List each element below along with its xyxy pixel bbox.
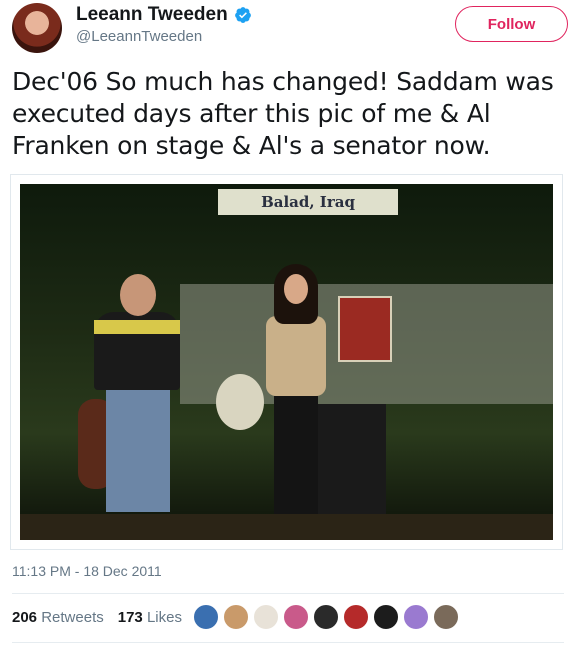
liker-avatar[interactable]	[343, 604, 369, 630]
photo-sign: Balad, Iraq	[218, 189, 398, 215]
likes-count: 173	[117, 609, 143, 626]
liker-avatar[interactable]	[193, 604, 219, 630]
liker-avatar[interactable]	[403, 604, 429, 630]
engagement-stats: 206 Retweets 173 Likes	[12, 609, 182, 626]
liker-avatar[interactable]	[253, 604, 279, 630]
photo-image: Balad, Iraq	[20, 184, 553, 540]
photo-stage	[20, 514, 553, 540]
liker-avatar[interactable]	[373, 604, 399, 630]
author-display-name[interactable]: Leeann Tweeden	[76, 4, 228, 26]
tweet-photo[interactable]: Balad, Iraq	[10, 174, 563, 550]
verified-badge-icon	[234, 6, 252, 24]
likes-label: Likes	[146, 609, 182, 626]
likes-stat[interactable]: 173 Likes	[118, 609, 182, 626]
author-handle[interactable]: @LeeannTweeden	[76, 28, 202, 45]
liker-avatar[interactable]	[433, 604, 459, 630]
tweet-header: Leeann Tweeden @LeeannTweeden Follow	[0, 0, 576, 60]
divider	[12, 593, 564, 594]
retweets-count: 206	[12, 609, 38, 626]
divider	[12, 642, 564, 643]
tweet-timestamp[interactable]: 11:13 PM - 18 Dec 2011	[12, 563, 162, 579]
author-avatar[interactable]	[12, 3, 62, 53]
liker-avatar[interactable]	[223, 604, 249, 630]
photo-person-right	[256, 264, 336, 524]
tweet-text: Dec'06 So much has changed! Saddam was e…	[12, 67, 554, 160]
liker-avatar[interactable]	[313, 604, 339, 630]
follow-button[interactable]: Follow	[455, 6, 568, 42]
retweets-label: Retweets	[41, 609, 104, 626]
likers-avatars	[193, 604, 459, 630]
photo-person-left	[86, 272, 186, 522]
liker-avatar[interactable]	[283, 604, 309, 630]
photo-banner	[338, 296, 392, 362]
author-name-row: Leeann Tweeden	[76, 4, 252, 26]
retweets-stat[interactable]: 206 Retweets	[12, 609, 104, 626]
